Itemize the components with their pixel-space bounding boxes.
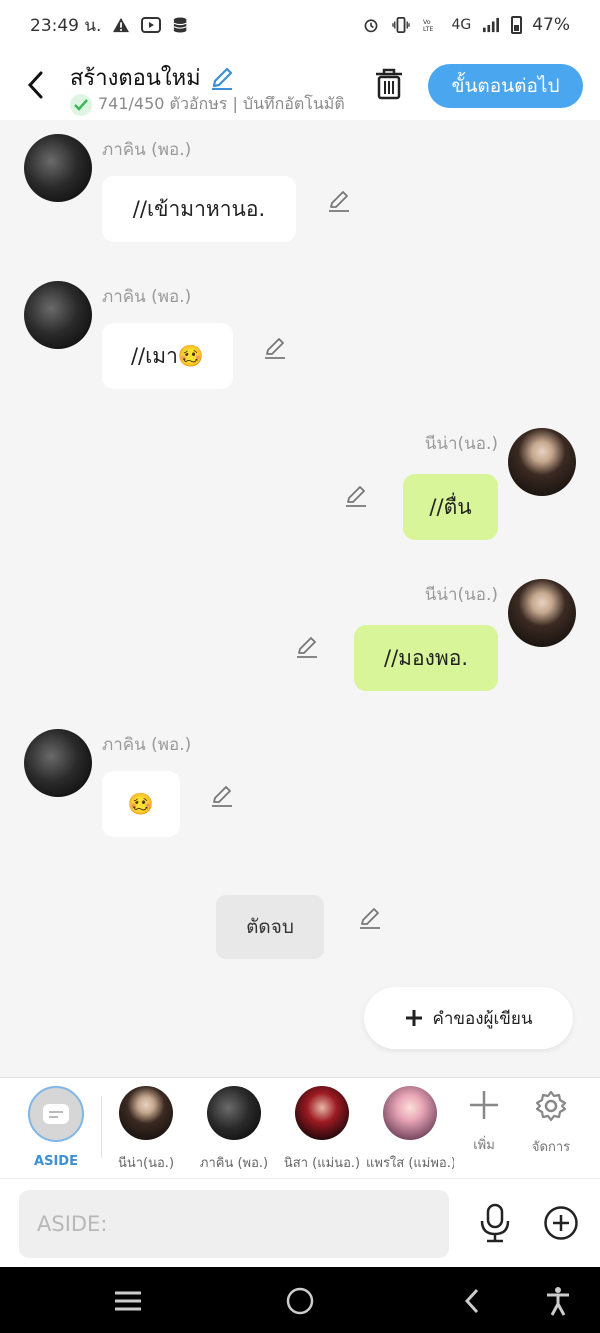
accessibility-button[interactable]: [542, 1285, 574, 1317]
character-aside[interactable]: ASIDE: [12, 1086, 100, 1169]
character-praesai[interactable]: แพรใส (แม่พอ.): [366, 1086, 454, 1173]
author-note-label: คำของผู้เขียน: [432, 1008, 533, 1029]
aside-avatar: [28, 1086, 84, 1142]
sender-name: ภาคิน (พอ.): [102, 140, 192, 160]
sender-name: ภาคิน (พอ.): [102, 735, 192, 755]
check-icon: [70, 93, 92, 116]
back-button[interactable]: [20, 68, 50, 102]
save-status-text: 741/450 ตัวอักษร | บันทึกอัตโนมัติ: [98, 94, 345, 113]
character-bar: ASIDE นีน่า(นอ.) ภาคิน (พอ.) นิสา (แม่นอ…: [0, 1077, 600, 1178]
author-note-button[interactable]: คำของผู้เขียน: [364, 987, 573, 1049]
status-left: 23:49 น.: [30, 12, 191, 39]
manage-label: จัดการ: [531, 1140, 571, 1155]
accessibility-icon: [547, 1287, 569, 1316]
character-nina[interactable]: นีน่า(นอ.): [102, 1086, 190, 1173]
edit-icon[interactable]: [209, 783, 235, 809]
status-right: Vo LTE 4G 47%: [361, 15, 570, 35]
microphone-icon: [480, 1203, 510, 1243]
edit-icon[interactable]: [262, 335, 288, 361]
mic-button[interactable]: [478, 1203, 512, 1243]
page-title-text: สร้างตอนใหม่: [70, 66, 201, 91]
character-label: นีน่า(นอ.): [117, 1156, 175, 1171]
edit-icon[interactable]: [343, 483, 369, 509]
delete-button[interactable]: [372, 66, 406, 102]
plus-circle-icon: [544, 1206, 578, 1240]
next-step-button[interactable]: ขั้นตอนต่อไป: [428, 64, 583, 108]
character-pakin[interactable]: ภาคิน (พอ.): [190, 1086, 278, 1173]
edit-icon[interactable]: [294, 634, 320, 660]
home-button[interactable]: [284, 1285, 316, 1317]
trash-icon: [376, 68, 402, 100]
chat-area[interactable]: ภาคิน (พอ.) //เข้ามาหานอ. ภาคิน (พอ.) //…: [0, 120, 600, 1077]
network-type: 4G: [451, 17, 472, 33]
edit-icon[interactable]: [357, 905, 383, 931]
signal-icon: [483, 17, 500, 33]
character-label: ASIDE: [34, 1154, 78, 1169]
avatar-pakin[interactable]: [24, 729, 92, 797]
character-avatar: [383, 1086, 437, 1140]
clock: 23:49 น.: [30, 15, 102, 36]
character-nisa[interactable]: นิสา (แม่นอ.): [278, 1086, 366, 1173]
chevron-left-icon: [464, 1288, 479, 1314]
add-content-button[interactable]: [543, 1205, 579, 1241]
edit-icon[interactable]: [326, 188, 352, 214]
warning-icon: [113, 17, 130, 33]
app-header: สร้างตอนใหม่ 741/450 ตัวอักษร | บันทึกอั…: [0, 50, 600, 120]
message-bubble[interactable]: 🥴: [102, 771, 180, 837]
character-avatar: [119, 1086, 173, 1140]
avatar-pakin[interactable]: [24, 281, 92, 349]
sender-name: นีน่า(นอ.): [424, 434, 498, 454]
message-bubble[interactable]: //เข้ามาหานอ.: [102, 176, 296, 242]
avatar-nina[interactable]: [508, 579, 576, 647]
chevron-left-icon: [27, 71, 43, 99]
add-label: เพิ่ม: [473, 1138, 495, 1153]
system-nav-bar: [0, 1267, 600, 1333]
page-title: สร้างตอนใหม่: [70, 60, 235, 95]
volte-icon: VoLTE: [423, 19, 433, 33]
aside-icon: [43, 1104, 69, 1124]
save-status: 741/450 ตัวอักษร | บันทึกอัตโนมัติ: [70, 92, 346, 117]
gear-icon: [535, 1090, 567, 1122]
plus-icon: [406, 1010, 423, 1026]
input-area: [0, 1178, 600, 1267]
plus-icon: [470, 1091, 498, 1119]
manage-characters-button[interactable]: จัดการ: [521, 1090, 581, 1157]
sender-name: ภาคิน (พอ.): [102, 287, 192, 307]
vibrate-icon: [392, 17, 411, 33]
battery-icon: [511, 16, 523, 34]
character-label: นิสา (แม่นอ.): [283, 1156, 361, 1171]
add-character-button[interactable]: เพิ่ม: [454, 1090, 514, 1155]
message-bubble[interactable]: //มองพอ.: [354, 625, 498, 691]
message-bubble[interactable]: //ตื่น: [403, 474, 498, 540]
system-back-button[interactable]: [456, 1285, 488, 1317]
avatar-pakin[interactable]: [24, 134, 92, 202]
svg-text:Vo: Vo: [423, 19, 431, 26]
edit-title-icon[interactable]: [209, 65, 235, 91]
character-avatar: [295, 1086, 349, 1140]
message-input[interactable]: [19, 1190, 449, 1258]
alarm-icon: [365, 19, 378, 33]
svg-text:LTE: LTE: [423, 26, 433, 33]
status-bar: 23:49 น. Vo LTE 4G 47%: [0, 0, 600, 50]
character-avatar: [207, 1086, 261, 1140]
character-label: ภาคิน (พอ.): [199, 1156, 269, 1171]
message-bubble[interactable]: //เมา🥴: [102, 323, 233, 389]
cut-end-button[interactable]: ตัดจบ: [216, 895, 324, 959]
home-circle-icon: [286, 1287, 314, 1315]
character-label: แพรใส (แม่พอ.): [366, 1156, 454, 1171]
database-icon: [174, 17, 187, 33]
youtube-icon: [141, 17, 162, 33]
sender-name: นีน่า(นอ.): [424, 585, 498, 605]
avatar-nina[interactable]: [508, 428, 576, 496]
battery-level: 47%: [532, 15, 570, 35]
menu-icon: [115, 1291, 141, 1311]
recent-apps-button[interactable]: [112, 1285, 144, 1317]
